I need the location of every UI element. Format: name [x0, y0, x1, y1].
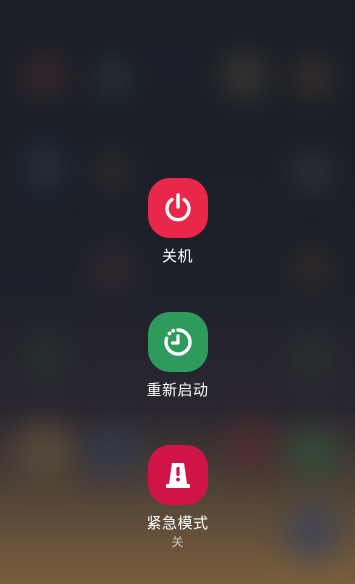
blurred-wallpaper-blob: [90, 55, 135, 100]
power-menu-screen: 关机 重新启动 紧急模式 关: [0, 0, 355, 584]
emergency-mode-status: 关: [171, 535, 184, 549]
restart-label: 重新启动: [146, 381, 209, 399]
restart-icon: [163, 328, 192, 356]
power-off-action: 关机: [0, 178, 355, 265]
blurred-wallpaper-blob: [20, 50, 70, 100]
emergency-mode-button[interactable]: [147, 445, 208, 505]
power-off-button[interactable]: [147, 178, 208, 238]
emergency-mode-action: 紧急模式 关: [0, 445, 355, 549]
power-icon: [164, 193, 191, 222]
power-off-label: 关机: [161, 247, 193, 265]
blurred-wallpaper-blob: [290, 55, 335, 100]
blurred-wallpaper-blob: [220, 50, 270, 100]
emergency-beacon-icon: [165, 463, 190, 488]
restart-button[interactable]: [147, 312, 208, 372]
emergency-mode-label: 紧急模式: [146, 514, 209, 532]
restart-action: 重新启动: [0, 312, 355, 399]
